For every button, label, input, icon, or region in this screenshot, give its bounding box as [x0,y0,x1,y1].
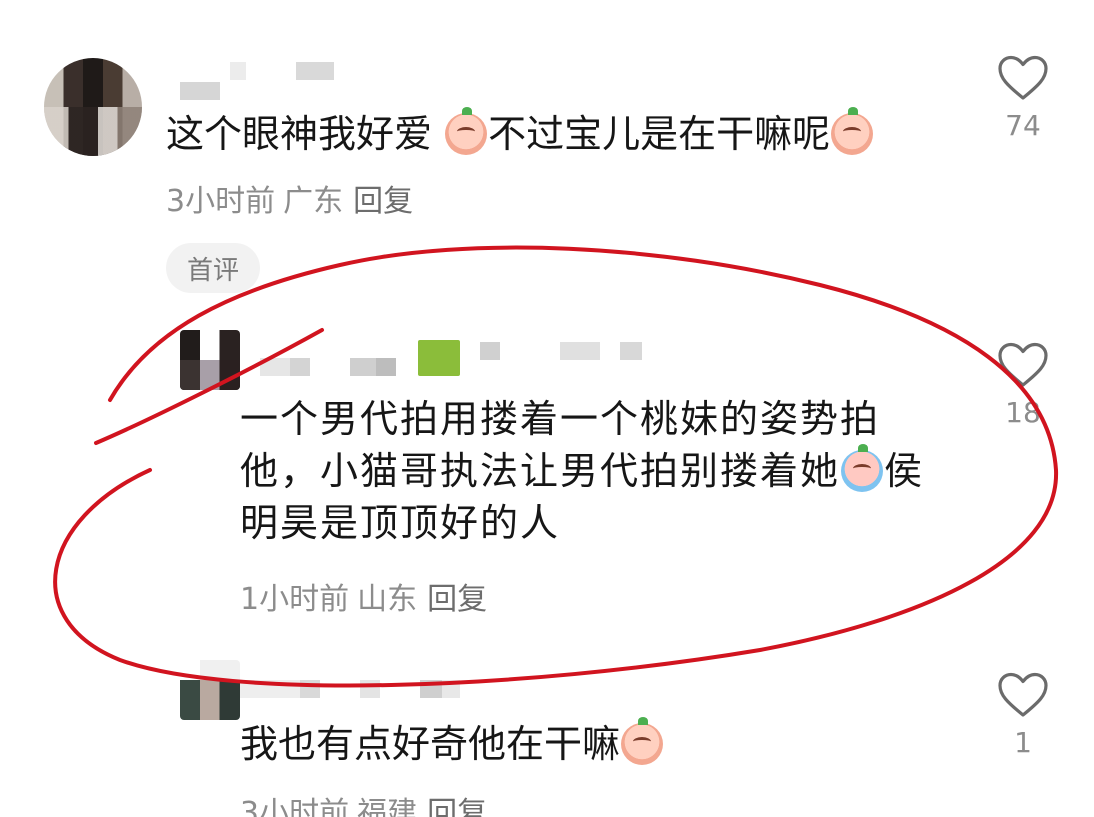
comment-text-part: 我也有点好奇他在干嘛 [240,722,621,766]
user-badge [418,340,460,376]
like-button[interactable]: 1 [993,672,1053,759]
like-count: 1 [1014,726,1032,759]
emoji-laugh-icon [445,107,488,155]
comment-time: 1小时前 [240,582,350,617]
reply-button[interactable]: 回复 [353,184,413,219]
comment-time: 3小时前 [166,184,276,219]
avatar[interactable] [180,660,240,720]
comment-text-part: 一个男代拍用搂着一个桃妹的姿势拍他，小猫哥执法让男代拍别搂着她 [240,397,881,493]
comment-location: 广东 [283,184,344,219]
username-censored[interactable] [240,680,460,698]
emoji-blush-icon [831,107,874,155]
emoji-blush-icon [621,717,664,765]
reply-button[interactable]: 回复 [427,582,487,617]
heart-outline-icon [998,55,1048,100]
username-censored[interactable] [260,358,396,376]
comment-text: 一个男代拍用搂着一个桃妹的姿势拍他，小猫哥执法让男代拍别搂着她 侯明昊是顶顶好的人 [240,393,940,549]
avatar[interactable] [44,58,142,156]
emoji-cry-icon [841,444,884,492]
comment-time: 3小时前 [240,796,350,817]
heart-outline-icon [998,342,1048,387]
comment-text-part: 这个眼神我好爱 [166,112,445,156]
comment-text: 这个眼神我好爱 不过宝儿是在干嘛呢 [166,107,874,160]
comment-meta: 3小时前 福建 回复 [240,788,487,817]
heart-outline-icon [998,672,1048,717]
comment-meta: 3小时前 广东 回复 [166,176,413,220]
like-count: 74 [1005,109,1041,142]
comment-location: 山东 [357,582,418,617]
comment-text: 我也有点好奇他在干嘛 [240,717,664,770]
like-button[interactable]: 18 [993,342,1053,429]
comment-location: 福建 [357,796,418,817]
like-count: 18 [1005,396,1041,429]
comment-meta: 1小时前 山东 回复 [240,574,487,618]
comment-text-part: 不过宝儿是在干嘛呢 [488,112,831,156]
comment-list: 这个眼神我好爱 不过宝儿是在干嘛呢 3小时前 广东 回复 首评 74 一个男代拍用搂… [0,0,1094,817]
username-censored[interactable] [180,62,334,100]
username-censored[interactable] [480,342,642,360]
avatar[interactable] [180,330,240,390]
like-button[interactable]: 74 [993,55,1053,142]
first-comment-tag: 首评 [166,243,260,293]
reply-button[interactable]: 回复 [427,796,487,817]
